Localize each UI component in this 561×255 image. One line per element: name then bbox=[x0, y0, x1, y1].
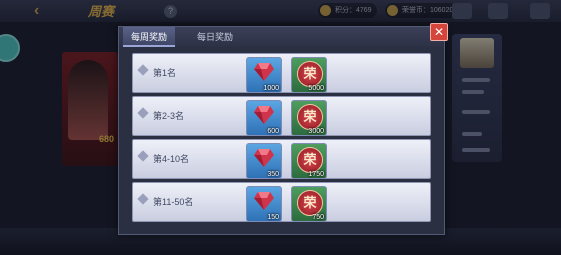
reward-row: 第1名 1000 荣 5000 bbox=[132, 53, 431, 93]
ruby-gem-icon bbox=[254, 106, 274, 124]
honor-coin-icon: 荣 bbox=[297, 104, 323, 130]
coin-reward-slot[interactable]: 荣 5000 bbox=[291, 57, 327, 93]
tab-weekly-rewards[interactable]: 每周奖励 bbox=[123, 27, 176, 47]
honor-coin-icon: 荣 bbox=[297, 61, 323, 87]
gem-quantity: 150 bbox=[267, 214, 279, 221]
coin-reward-slot[interactable]: 荣 1750 bbox=[291, 143, 327, 179]
rank-label: 第11-50名 bbox=[153, 197, 194, 207]
gem-reward-slot[interactable]: 600 bbox=[246, 100, 282, 136]
tab-daily-rewards[interactable]: 每日奖励 bbox=[189, 27, 241, 47]
coin-quantity: 5000 bbox=[308, 85, 324, 92]
honor-coin-icon: 荣 bbox=[297, 190, 323, 216]
reward-row: 第2-3名 600 荣 3000 bbox=[132, 96, 431, 136]
gem-reward-slot[interactable]: 150 bbox=[246, 186, 282, 222]
rank-label: 第1名 bbox=[153, 68, 177, 78]
gem-quantity: 1000 bbox=[263, 85, 279, 92]
reward-row: 第11-50名 150 荣 750 bbox=[132, 182, 431, 222]
ruby-gem-icon bbox=[254, 63, 274, 81]
reward-row: 第4-10名 350 荣 1750 bbox=[132, 139, 431, 179]
coin-reward-slot[interactable]: 荣 3000 bbox=[291, 100, 327, 136]
gem-reward-slot[interactable]: 350 bbox=[246, 143, 282, 179]
ruby-gem-icon bbox=[254, 149, 274, 167]
gem-quantity: 600 bbox=[267, 128, 279, 135]
diamond-bullet-icon bbox=[137, 64, 149, 76]
gem-quantity: 350 bbox=[267, 171, 279, 178]
weekly-reward-dialog: 每周奖励 每日奖励 ✕ 第1名 1000 荣 5000 第2-3名 600 荣 … bbox=[118, 23, 448, 235]
diamond-bullet-icon bbox=[137, 107, 149, 119]
diamond-bullet-icon bbox=[137, 150, 149, 162]
gem-reward-slot[interactable]: 1000 bbox=[246, 57, 282, 93]
close-button[interactable]: ✕ bbox=[430, 23, 448, 41]
ruby-gem-icon bbox=[254, 192, 274, 210]
rank-label: 第4-10名 bbox=[153, 154, 190, 164]
diamond-bullet-icon bbox=[137, 193, 149, 205]
rank-label: 第2-3名 bbox=[153, 111, 185, 121]
coin-quantity: 3000 bbox=[308, 128, 324, 135]
coin-reward-slot[interactable]: 荣 750 bbox=[291, 186, 327, 222]
tab-bar: 每周奖励 每日奖励 bbox=[119, 27, 444, 47]
coin-quantity: 1750 bbox=[308, 171, 324, 178]
coin-quantity: 750 bbox=[312, 214, 324, 221]
honor-coin-icon: 荣 bbox=[297, 147, 323, 173]
